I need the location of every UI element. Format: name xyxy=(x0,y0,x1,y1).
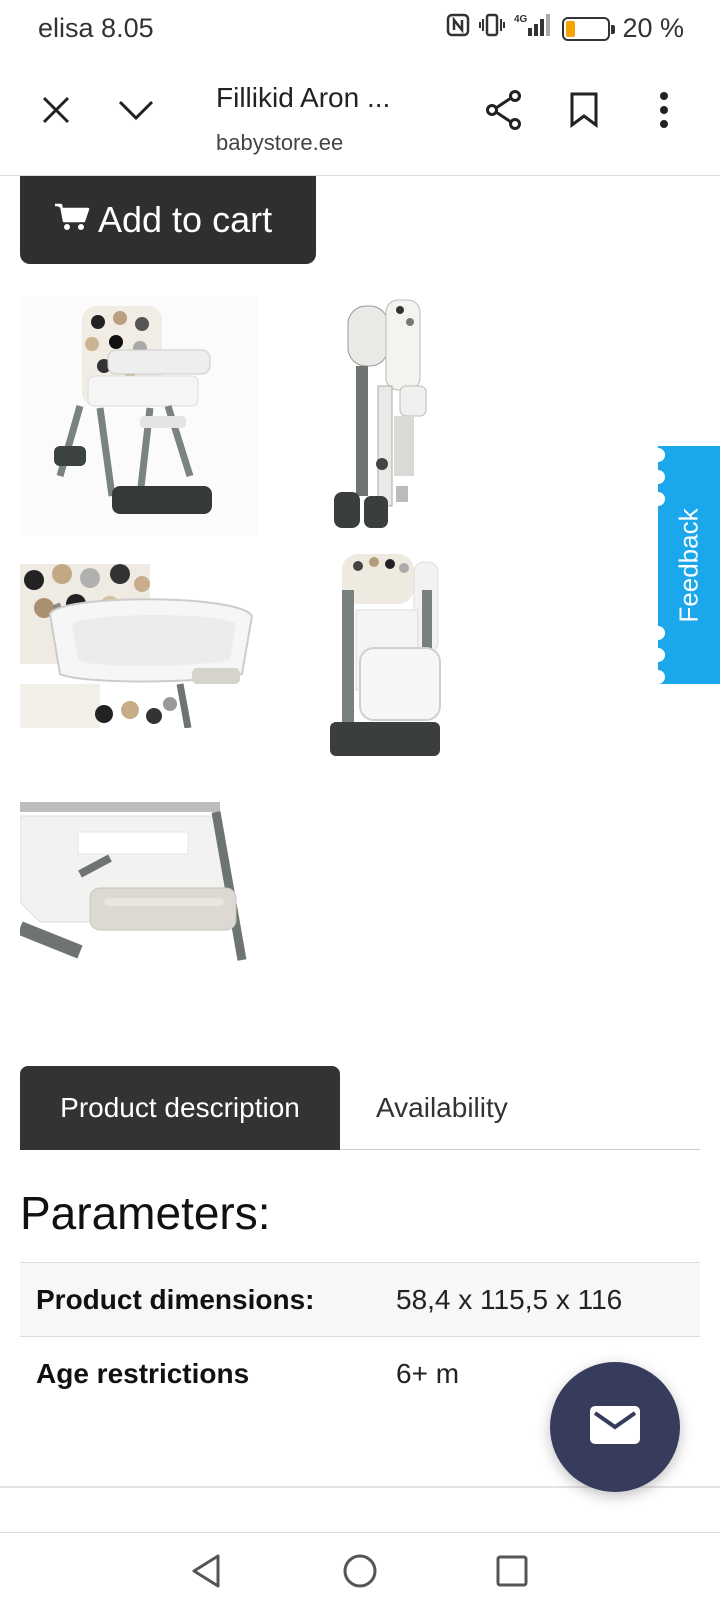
param-key: Product dimensions: xyxy=(36,1283,315,1315)
product-image-5[interactable] xyxy=(20,802,252,962)
back-icon xyxy=(190,1553,222,1594)
feedback-tab[interactable]: Feedback xyxy=(651,446,720,684)
cart-icon xyxy=(54,199,90,241)
product-image-1[interactable] xyxy=(20,296,258,536)
high-chair-tray-image xyxy=(20,564,254,728)
recents-icon xyxy=(496,1555,528,1592)
close-icon xyxy=(41,95,71,130)
close-tab-button[interactable] xyxy=(30,86,82,138)
bookmark-icon xyxy=(569,92,599,133)
nav-back-button[interactable] xyxy=(184,1551,228,1595)
home-icon xyxy=(342,1553,378,1594)
page-title: Fillikid Aron ... xyxy=(216,82,391,113)
add-to-cart-button[interactable]: Add to cart xyxy=(20,176,316,264)
product-tabs: Product description Availability xyxy=(20,1066,700,1150)
carrier-name: elisa xyxy=(38,13,94,43)
vibrate-icon xyxy=(478,13,506,44)
status-bar: elisa 8.05 4G 20 % xyxy=(0,0,720,56)
feedback-label: Feedback xyxy=(673,507,704,623)
more-vert-icon xyxy=(659,91,669,133)
high-chair-front-image xyxy=(54,306,212,514)
minimize-button[interactable] xyxy=(110,86,162,138)
battery-icon xyxy=(562,16,616,41)
product-image-3[interactable] xyxy=(20,564,258,728)
battery-percent: 20 % xyxy=(622,13,684,43)
high-chair-folded-front-image xyxy=(330,554,441,756)
share-icon xyxy=(485,89,523,135)
product-image-4[interactable] xyxy=(330,550,452,768)
param-key: Age restrictions xyxy=(36,1358,250,1389)
parameters-heading: Parameters: xyxy=(20,1187,271,1239)
param-value: 6+ m xyxy=(396,1358,460,1389)
nfc-icon xyxy=(446,13,470,44)
status-left: elisa 8.05 xyxy=(38,13,154,44)
status-right: 4G 20 % xyxy=(446,12,684,45)
tab-availability[interactable]: Availability xyxy=(376,1066,508,1150)
high-chair-footrest-image xyxy=(20,802,247,961)
network-type: 4G xyxy=(514,14,528,25)
status-time: 8.05 xyxy=(101,13,154,43)
param-value: 58,4 x 115,5 x 116 xyxy=(396,1283,623,1315)
bookmark-button[interactable] xyxy=(558,86,610,138)
nav-home-button[interactable] xyxy=(338,1551,382,1595)
page-domain: babystore.ee xyxy=(216,130,344,155)
mail-icon xyxy=(589,1405,641,1450)
table-row: Product dimensions: 58,4 x 115,5 x 116 xyxy=(20,1263,700,1337)
signal-icon: 4G xyxy=(514,12,554,45)
tab-product-description[interactable]: Product description xyxy=(20,1066,340,1150)
product-image-2[interactable] xyxy=(330,296,450,536)
chevron-down-icon xyxy=(118,99,154,126)
chat-button[interactable] xyxy=(550,1362,680,1492)
system-nav-bar xyxy=(0,1532,720,1612)
browser-toolbar: Fillikid Aron ... babystore.ee xyxy=(0,56,720,176)
page-content: Add to cart Product description Availabi… xyxy=(0,176,720,1532)
high-chair-folded-side-image xyxy=(334,299,427,528)
more-options-button[interactable] xyxy=(638,86,690,138)
share-button[interactable] xyxy=(478,86,530,138)
nav-recents-button[interactable] xyxy=(490,1551,534,1595)
add-to-cart-label: Add to cart xyxy=(98,199,273,240)
